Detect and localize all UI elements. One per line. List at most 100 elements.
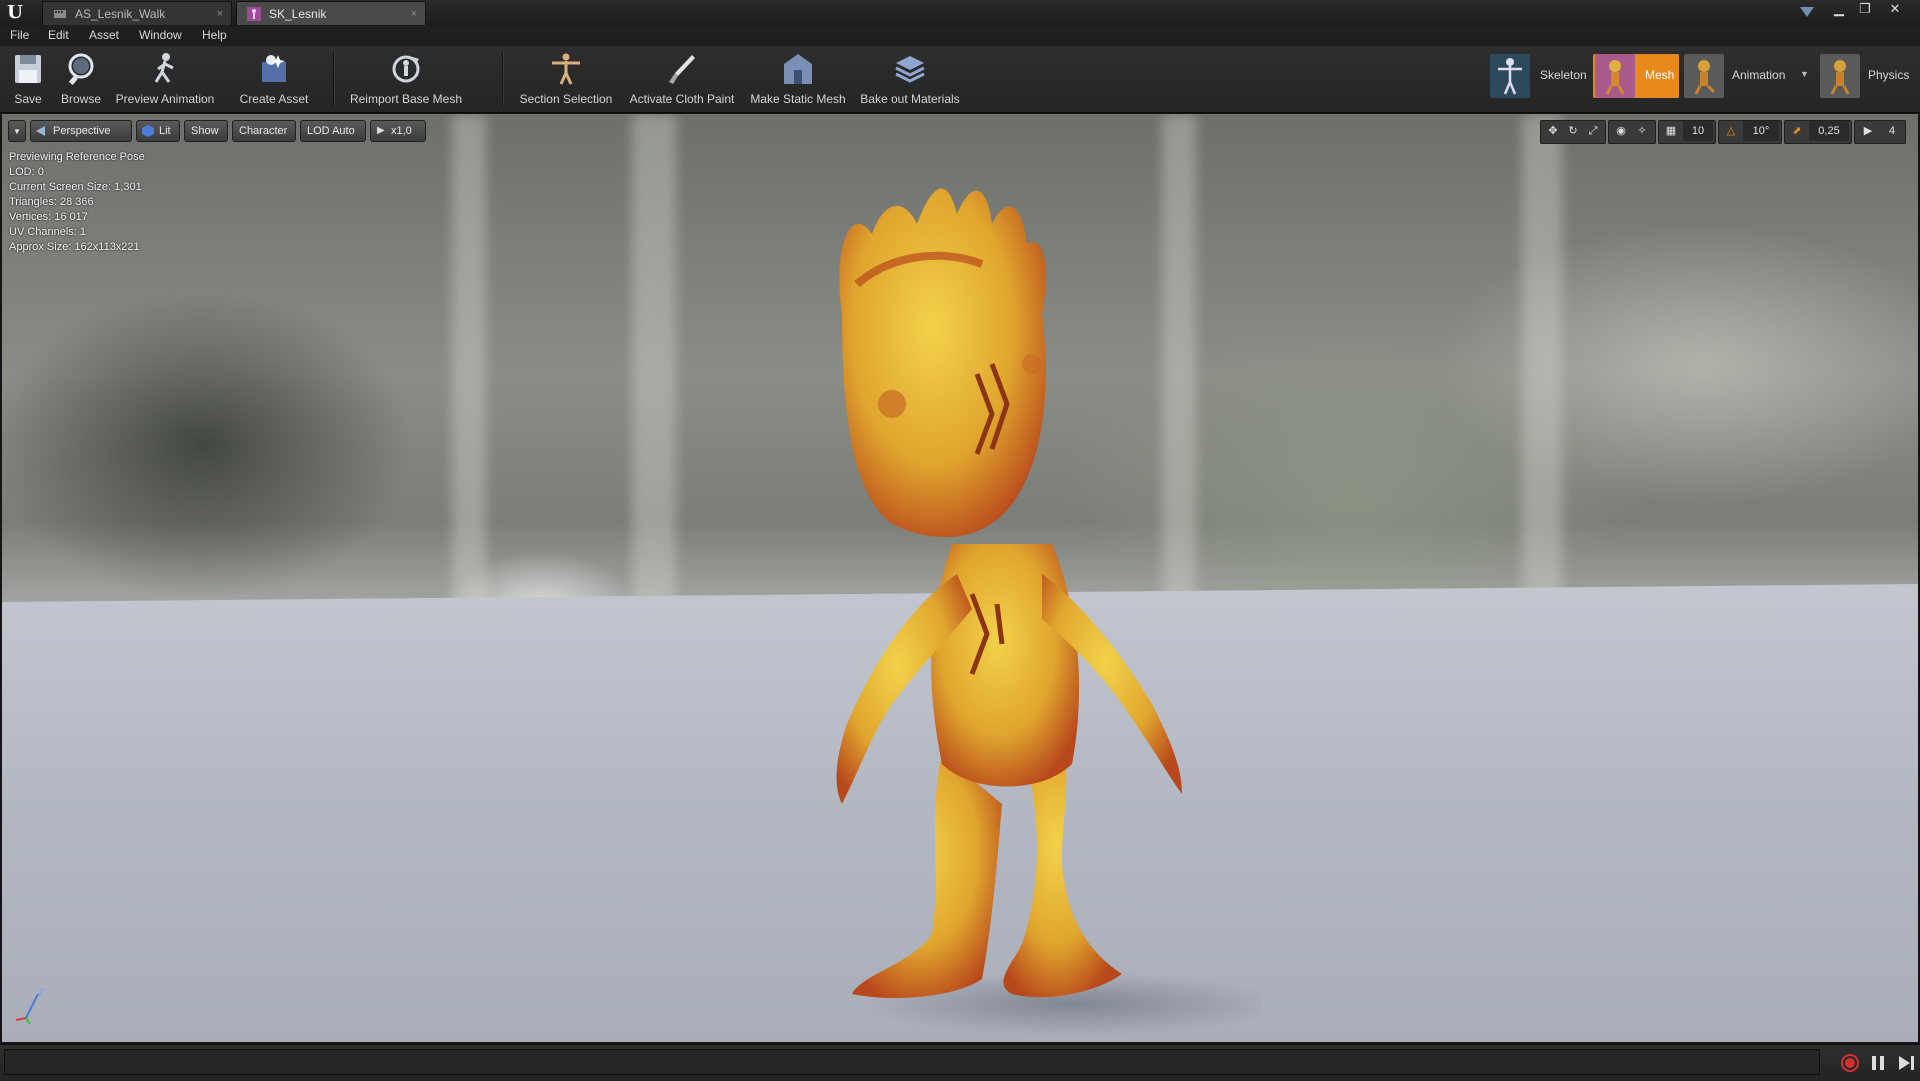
asset-toolbar: Save Browse Preview Animation ▼ Create A… xyxy=(0,46,1920,128)
scale-snap-value[interactable]: 0,25 xyxy=(1809,121,1849,141)
grid-snap-icon[interactable]: ▦ xyxy=(1661,121,1681,141)
section-selection-label: Section Selection xyxy=(519,92,613,106)
create-asset-icon xyxy=(262,55,286,82)
scale-snap-icon[interactable]: ⬈ xyxy=(1787,121,1807,141)
chevron-down-icon: ▼ xyxy=(13,127,21,136)
activate-cloth-paint-button[interactable]: Activate Cloth Paint xyxy=(624,48,740,108)
show-button[interactable]: Show xyxy=(184,120,228,142)
close-icon[interactable]: ✕ xyxy=(1882,0,1908,20)
scale-icon[interactable]: ⤢ xyxy=(1583,121,1603,141)
lod-label: LOD Auto xyxy=(307,125,355,137)
browse-label: Browse xyxy=(60,92,101,106)
static-mesh-icon xyxy=(784,54,812,84)
reimport-base-mesh-button[interactable]: Reimport Base Mesh xyxy=(346,48,466,108)
title-bar: U AS_Lesnik_Walk × SK_Lesnik × ▁ ❐ ✕ xyxy=(0,0,1920,27)
grid-snap: ▦ 10 xyxy=(1658,120,1716,144)
menu-help[interactable]: Help xyxy=(202,28,227,42)
translate-icon[interactable]: ✥ xyxy=(1543,121,1563,141)
source-control-icon[interactable] xyxy=(1798,4,1816,20)
character-mesh-preview xyxy=(836,188,1262,1036)
coordinate-tools: ◉ ✧ xyxy=(1608,120,1656,144)
camera-speed-icon[interactable]: ▶ xyxy=(1857,121,1879,141)
mesh-label: Mesh xyxy=(1645,68,1675,82)
stat-approx-size: Approx Size: 162x113x221 xyxy=(9,241,140,253)
world-local-icon[interactable]: ◉ xyxy=(1611,121,1631,141)
reimport-icon xyxy=(392,55,420,83)
close-tab-icon[interactable]: × xyxy=(411,2,417,26)
camera-speed-value[interactable]: 4 xyxy=(1881,121,1903,141)
stat-lod: LOD: 0 xyxy=(9,166,44,178)
animation-sequence-icon xyxy=(54,10,66,18)
mode-physics[interactable]: Physics xyxy=(1820,54,1916,98)
menu-bar: File Edit Asset Window Help xyxy=(0,26,1920,46)
viewport[interactable]: ▼ Perspective Lit Show Character LOD Aut… xyxy=(2,114,1918,1042)
lit-button[interactable]: Lit xyxy=(136,120,180,142)
skeletal-mesh-icon xyxy=(247,7,261,21)
mode-skeleton[interactable]: Skeleton xyxy=(1490,54,1594,98)
animation-dropdown-icon[interactable]: ▼ xyxy=(1800,69,1809,79)
show-label: Show xyxy=(191,125,219,137)
pause-icon[interactable] xyxy=(1866,1051,1890,1075)
menu-asset[interactable]: Asset xyxy=(89,28,119,42)
character-button[interactable]: Character xyxy=(232,120,296,142)
perspective-button[interactable]: Perspective xyxy=(30,120,132,142)
tab-as-lesnik-walk[interactable]: AS_Lesnik_Walk × xyxy=(42,1,232,25)
surface-snap-icon[interactable]: ✧ xyxy=(1632,121,1652,141)
create-asset-label: Create Asset xyxy=(239,92,309,106)
axis-z-label: Z xyxy=(38,988,44,999)
mode-animation[interactable]: Animation ▼ xyxy=(1684,54,1812,98)
mode-mesh-active[interactable]: Mesh xyxy=(1593,54,1679,98)
grid-snap-value[interactable]: 10 xyxy=(1683,121,1713,141)
unreal-logo-icon[interactable]: U xyxy=(4,2,26,24)
stat-triangles: Triangles: 28 366 xyxy=(9,196,94,208)
preview-animation-button[interactable]: Preview Animation xyxy=(110,48,220,108)
lit-cube-icon xyxy=(142,125,154,137)
reimport-base-mesh-label: Reimport Base Mesh xyxy=(349,92,463,106)
running-figure-icon xyxy=(154,53,174,83)
save-icon xyxy=(15,55,41,83)
perspective-label: Perspective xyxy=(53,125,111,137)
mesh-stats-overlay: Previewing Reference Pose LOD: 0 Current… xyxy=(9,150,145,255)
timeline-bar xyxy=(0,1044,1920,1081)
search-icon xyxy=(68,53,94,85)
make-static-mesh-button[interactable]: Make Static Mesh xyxy=(748,48,848,108)
save-button[interactable]: Save xyxy=(6,48,50,108)
animation-label: Animation xyxy=(1732,68,1786,82)
camera-speed: ▶ 4 xyxy=(1854,120,1906,144)
stat-uv-channels: UV Channels: 1 xyxy=(9,226,87,238)
physics-label: Physics xyxy=(1868,68,1910,82)
playback-speed-button[interactable]: ▶ x1,0 xyxy=(370,120,426,142)
rotation-snap-icon[interactable]: △ xyxy=(1721,121,1741,141)
timeline-scrubber[interactable] xyxy=(4,1049,1820,1075)
minimize-icon[interactable]: ▁ xyxy=(1826,0,1852,20)
restore-icon[interactable]: ❐ xyxy=(1852,0,1878,20)
step-forward-icon[interactable] xyxy=(1894,1051,1918,1075)
material-layers-icon xyxy=(895,56,925,83)
skeleton-icon xyxy=(1490,54,1530,98)
tab-sk-lesnik[interactable]: SK_Lesnik × xyxy=(236,1,426,25)
menu-window[interactable]: Window xyxy=(139,28,182,42)
bake-out-materials-button[interactable]: Bake out Materials xyxy=(856,48,964,108)
close-tab-icon[interactable]: × xyxy=(217,2,223,26)
viewport-options-button[interactable]: ▼ xyxy=(8,120,26,142)
browse-button[interactable]: Browse xyxy=(56,48,106,108)
menu-edit[interactable]: Edit xyxy=(48,28,69,42)
tab-label: SK_Lesnik xyxy=(269,7,327,21)
tab-label: AS_Lesnik_Walk xyxy=(75,7,166,21)
record-icon[interactable] xyxy=(1838,1051,1862,1075)
menu-file[interactable]: File xyxy=(10,28,29,42)
lod-auto-button[interactable]: LOD Auto xyxy=(300,120,366,142)
rotation-snap-value[interactable]: 10° xyxy=(1743,121,1779,141)
paint-brush-icon xyxy=(669,55,695,84)
rotate-icon[interactable]: ↻ xyxy=(1563,121,1583,141)
animation-icon xyxy=(1684,54,1724,98)
rotation-snap: △ 10° xyxy=(1718,120,1782,144)
background-window-frame xyxy=(1522,114,1562,634)
background-window-frame xyxy=(632,114,676,634)
character-label: Character xyxy=(239,125,288,137)
create-asset-button[interactable]: Create Asset xyxy=(236,48,312,108)
section-selection-button[interactable]: Section Selection xyxy=(516,48,616,108)
physics-icon xyxy=(1820,54,1860,98)
skeleton-label: Skeleton xyxy=(1540,68,1587,82)
stat-vertices: Vertices: 16 017 xyxy=(9,211,88,223)
